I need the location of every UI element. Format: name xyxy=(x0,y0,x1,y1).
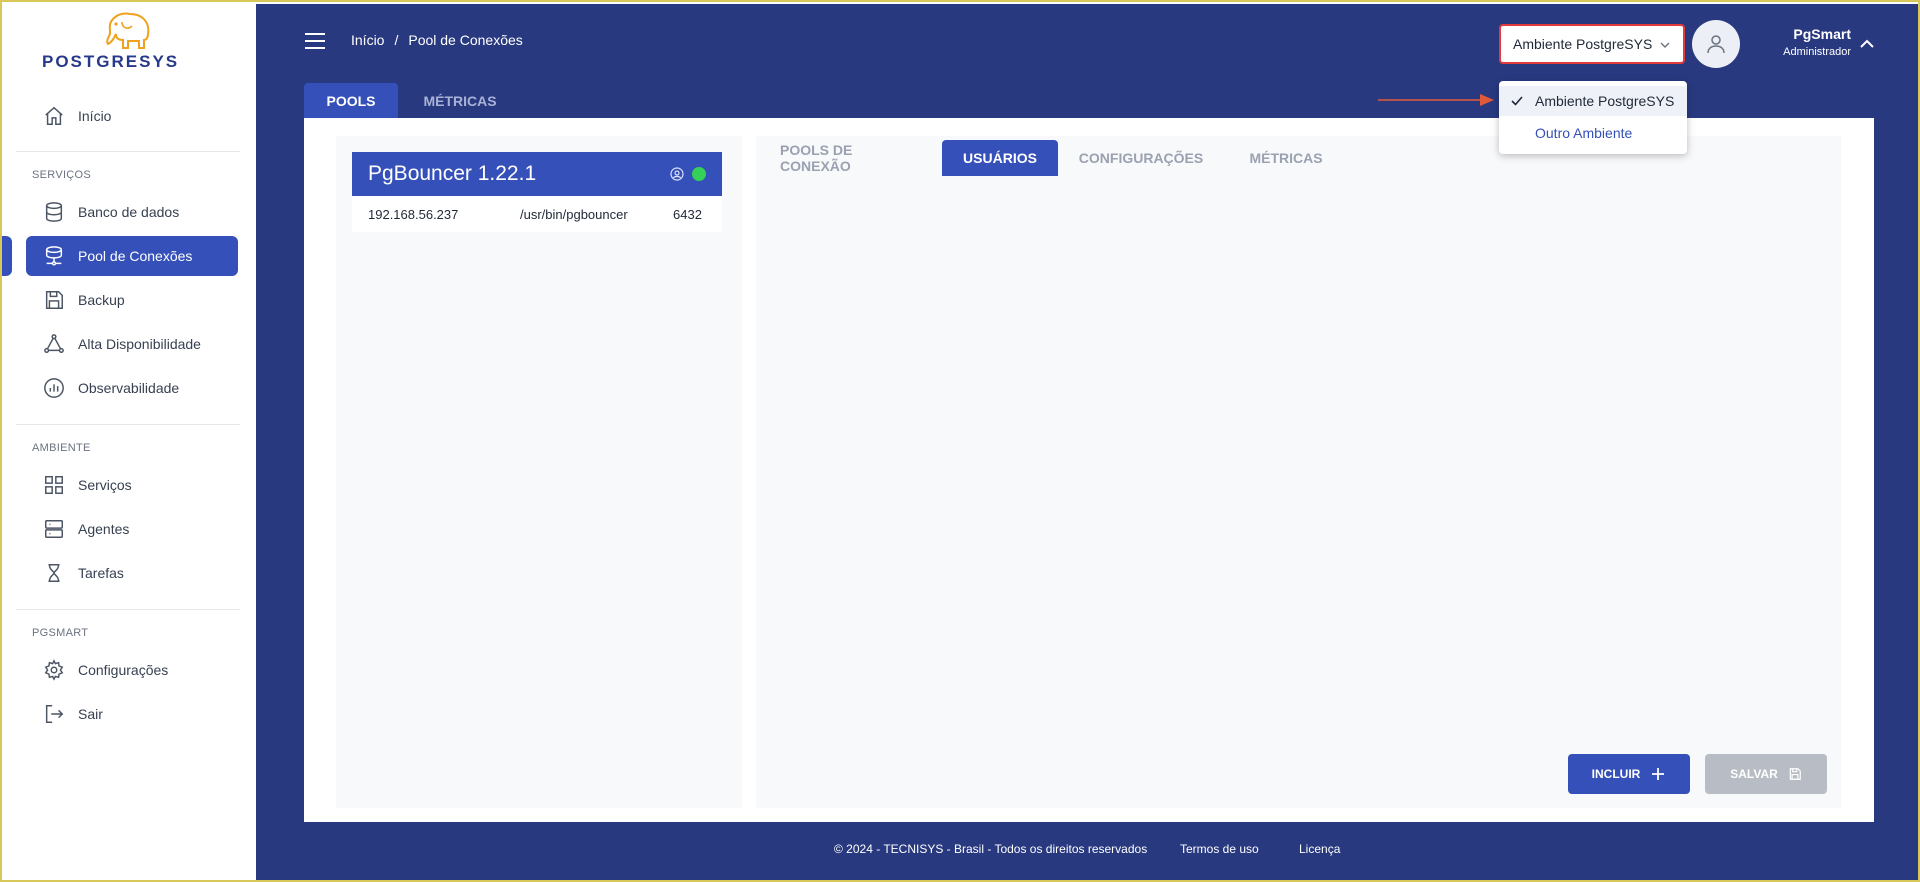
hourglass-icon xyxy=(42,561,66,585)
chevron-up-icon[interactable] xyxy=(1859,36,1875,54)
grid-icon xyxy=(42,473,66,497)
salvar-button[interactable]: SALVAR xyxy=(1705,754,1827,794)
sidebar-item-label: Serviços xyxy=(78,477,132,493)
tab-metricas[interactable]: MÉTRICAS xyxy=(398,83,522,119)
tab-configuracoes[interactable]: CONFIGURAÇÕES xyxy=(1058,140,1224,176)
section-label-servicos: SERVIÇOS xyxy=(32,169,92,181)
sidebar-divider xyxy=(16,424,240,425)
logo[interactable]: POSTGRESYS xyxy=(40,8,220,72)
arrow-annotation-icon xyxy=(1378,94,1494,106)
chevron-down-icon xyxy=(1660,42,1670,48)
sidebar-item-banco-de-dados[interactable]: Banco de dados xyxy=(26,192,238,232)
pool-detail-panel: POOLS DE CONEXÃO USUÁRIOS CONFIGURAÇÕES … xyxy=(756,136,1841,808)
sidebar-item-observabilidade[interactable]: Observabilidade xyxy=(26,368,238,408)
breadcrumb: Início / Pool de Conexões xyxy=(351,32,523,48)
environment-select[interactable]: Ambiente PostgreSYS xyxy=(1499,24,1685,64)
breadcrumb-separator: / xyxy=(394,32,399,48)
pool-port: 6432 xyxy=(673,207,702,222)
sidebar-divider xyxy=(16,609,240,610)
server-icon xyxy=(42,517,66,541)
pool-card-details[interactable]: 192.168.56.237 /usr/bin/pgbouncer 6432 xyxy=(352,196,722,232)
logout-icon xyxy=(42,702,66,726)
pool-card-header[interactable]: PgBouncer 1.22.1 xyxy=(352,152,722,196)
save-disk-icon xyxy=(42,288,66,312)
tab-metricas-pool[interactable]: MÉTRICAS xyxy=(1224,140,1348,176)
incluir-label: INCLUIR xyxy=(1591,767,1641,781)
breadcrumb-current: Pool de Conexões xyxy=(408,32,523,48)
sidebar-item-inicio[interactable]: Início xyxy=(26,96,238,136)
sidebar-item-pool-de-conexoes[interactable]: Pool de Conexões xyxy=(26,236,238,276)
check-icon xyxy=(1511,96,1523,106)
status-online-indicator xyxy=(692,167,706,181)
connection-pool-icon xyxy=(42,244,66,268)
gear-icon xyxy=(42,658,66,682)
footer-license-link[interactable]: Licença xyxy=(1299,842,1340,856)
sidebar: POSTGRESYS Início SERVIÇOS Banco de dado… xyxy=(0,0,256,882)
database-icon xyxy=(42,200,66,224)
sidebar-item-agentes[interactable]: Agentes xyxy=(26,509,238,549)
sidebar-item-label: Início xyxy=(78,108,112,124)
sidebar-item-configuracoes[interactable]: Configurações xyxy=(26,650,238,690)
environment-dropdown: Ambiente PostgreSYS Outro Ambiente xyxy=(1499,81,1687,154)
sidebar-item-label: Tarefas xyxy=(78,565,124,581)
pool-path: /usr/bin/pgbouncer xyxy=(520,207,628,222)
user-name: PgSmart xyxy=(1793,26,1851,42)
tab-usuarios[interactable]: USUÁRIOS xyxy=(942,140,1058,176)
sidebar-item-label: Configurações xyxy=(78,662,169,678)
dropdown-option-outro-ambiente[interactable]: Outro Ambiente xyxy=(1499,118,1687,148)
dropdown-option-label: Outro Ambiente xyxy=(1535,125,1633,141)
network-triangle-icon xyxy=(42,332,66,356)
sidebar-item-backup[interactable]: Backup xyxy=(26,280,238,320)
logo-text: POSTGRESYS xyxy=(42,52,180,71)
active-indicator xyxy=(2,236,12,276)
sidebar-item-sair[interactable]: Sair xyxy=(26,694,238,734)
plus-icon xyxy=(1652,768,1665,780)
sidebar-item-label: Backup xyxy=(78,292,125,308)
footer-terms-link[interactable]: Termos de uso xyxy=(1180,842,1259,856)
avatar[interactable] xyxy=(1692,20,1740,68)
tab-pools[interactable]: POOLS xyxy=(304,83,398,119)
user-role: Administrador xyxy=(1783,46,1851,58)
sidebar-item-label: Alta Disponibilidade xyxy=(78,336,201,352)
pool-title: PgBouncer 1.22.1 xyxy=(368,162,537,185)
incluir-button[interactable]: INCLUIR xyxy=(1568,754,1690,794)
sidebar-item-label: Pool de Conexões xyxy=(78,248,193,264)
pgbouncer-icon xyxy=(670,167,684,181)
section-label-pgsmart: PGSMART xyxy=(32,627,89,639)
sidebar-item-label: Agentes xyxy=(78,521,130,537)
sidebar-item-tarefas[interactable]: Tarefas xyxy=(26,553,238,593)
pool-ip: 192.168.56.237 xyxy=(368,207,459,222)
sidebar-item-alta-disponibilidade[interactable]: Alta Disponibilidade xyxy=(26,324,238,364)
dropdown-option-label: Ambiente PostgreSYS xyxy=(1535,93,1675,109)
pool-list-panel: PgBouncer 1.22.1 192.168.56.237 /usr/bin… xyxy=(336,136,742,808)
section-label-ambiente: AMBIENTE xyxy=(32,442,91,454)
tab-pools-de-conexao[interactable]: POOLS DE CONEXÃO xyxy=(756,140,942,176)
sidebar-item-servicos[interactable]: Serviços xyxy=(26,465,238,505)
menu-icon[interactable] xyxy=(304,32,326,50)
home-icon xyxy=(42,104,66,128)
save-disk-icon xyxy=(1789,768,1801,780)
environment-select-value: Ambiente PostgreSYS xyxy=(1513,36,1653,52)
user-icon xyxy=(1707,35,1725,54)
salvar-label: SALVAR xyxy=(1730,767,1778,781)
breadcrumb-home-link[interactable]: Início xyxy=(351,32,384,48)
elephant-logo-icon xyxy=(106,12,150,49)
dropdown-option-ambiente-postgresys[interactable]: Ambiente PostgreSYS xyxy=(1499,86,1687,116)
bar-chart-circle-icon xyxy=(42,376,66,400)
footer-copyright: © 2024 - TECNISYS - Brasil - Todos os di… xyxy=(834,842,1148,856)
sidebar-item-label: Banco de dados xyxy=(78,204,180,220)
sidebar-divider xyxy=(16,151,240,152)
content-panel: PgBouncer 1.22.1 192.168.56.237 /usr/bin… xyxy=(304,118,1874,822)
sidebar-item-label: Observabilidade xyxy=(78,380,180,396)
sidebar-item-label: Sair xyxy=(78,706,103,722)
